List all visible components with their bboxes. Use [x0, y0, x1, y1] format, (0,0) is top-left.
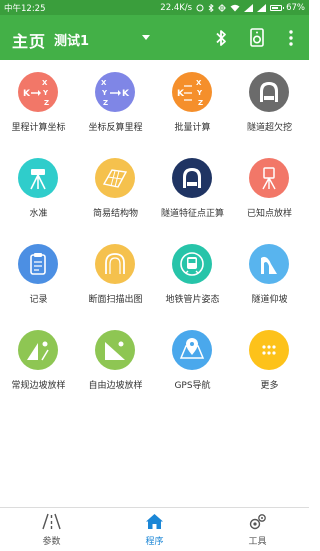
total-station-icon: [249, 158, 289, 198]
svg-text:Z: Z: [198, 99, 203, 107]
grid-item-tunnel-feature-point[interactable]: 隧道特征点正算: [154, 146, 231, 232]
more-dots-icon: [249, 330, 289, 370]
grid-item-label: 隧道特征点正算: [160, 209, 224, 219]
tab-tools[interactable]: 工具: [206, 508, 309, 551]
svg-text:Y: Y: [42, 89, 49, 97]
grid-item-metro-segment[interactable]: 地铁管片姿态: [154, 232, 231, 318]
status-bar: 中午12:25 22.4K/s 67%: [0, 0, 309, 15]
tab-label: 工具: [248, 537, 267, 547]
grid-item-free-slope-stakeout[interactable]: 自由边坡放样: [77, 318, 154, 404]
tab-programs[interactable]: 程序: [103, 508, 206, 551]
svg-text:X: X: [196, 79, 202, 87]
signal-icon: [244, 3, 254, 12]
grid-item-tunnel-overbreak[interactable]: 隧道超欠挖: [231, 60, 308, 146]
grid-item-label: 更多: [260, 381, 279, 391]
tunnel-slope-icon: [249, 244, 289, 284]
gps-small-icon: [218, 3, 227, 12]
structure-grid-icon: [95, 158, 135, 198]
svg-text:K: K: [23, 89, 31, 99]
grid-item-label: 批量计算: [174, 123, 211, 133]
battery-percent: 67%: [286, 2, 305, 13]
tab-label: 参数: [42, 537, 61, 547]
grid-item-label: 断面扫描出图: [88, 295, 143, 305]
batch-kxyz-icon: K XYZ: [172, 72, 212, 112]
grid-item-section-scan[interactable]: 断面扫描出图: [77, 232, 154, 318]
grid-item-gps-navigation[interactable]: GPS导航: [154, 318, 231, 404]
grid-item-label: 已知点放样: [246, 209, 292, 219]
grid-item-label: GPS导航: [174, 381, 211, 391]
svg-text:X: X: [42, 79, 48, 87]
grid-item-label: 坐标反算里程: [88, 123, 143, 133]
grid-item-records[interactable]: 记录: [0, 232, 77, 318]
svg-text:X: X: [101, 79, 107, 87]
svg-text:K: K: [177, 89, 185, 99]
kxyz-mileage-to-coord-icon: K XYZ: [18, 72, 58, 112]
home-icon: [146, 514, 163, 529]
project-selector[interactable]: 测试1: [54, 30, 89, 49]
grid-item-label: 记录: [29, 295, 48, 305]
grid-item-label: 隧道仰坡: [251, 295, 288, 305]
grid-item-label: 隧道超欠挖: [246, 123, 292, 133]
grid-item-leveling[interactable]: 水准: [0, 146, 77, 232]
grid-item-more[interactable]: 更多: [231, 318, 308, 404]
grid-item-label: 常规边坡放样: [11, 381, 66, 391]
svg-text:K: K: [122, 89, 130, 99]
grid-item-regular-slope-stakeout[interactable]: 常规边坡放样: [0, 318, 77, 404]
gps-map-icon: [172, 330, 212, 370]
clipboard-icon: [18, 244, 58, 284]
grid-item-label: 自由边坡放样: [88, 381, 143, 391]
tunnel-overbreak-icon: [249, 72, 289, 112]
bottom-tab-bar: 参数 程序 工具: [0, 507, 309, 550]
xyz-k-coord-to-mileage-icon: XYZ K: [95, 72, 135, 112]
function-grid: K XYZ 里程计算坐标 XYZ K 坐标反算里程 K XYZ 批量计算 隧道超: [0, 60, 309, 505]
road-icon: [42, 513, 61, 530]
app-bar: 主页 测试1: [0, 15, 309, 60]
tunnel-feature-point-icon: [172, 158, 212, 198]
battery-icon: [270, 4, 285, 11]
grid-item-coord-to-mileage[interactable]: XYZ K 坐标反算里程: [77, 60, 154, 146]
level-tripod-icon: [18, 158, 58, 198]
grid-item-known-point-stakeout[interactable]: 已知点放样: [231, 146, 308, 232]
svg-text:Z: Z: [44, 99, 49, 107]
bluetooth-small-icon: [208, 3, 214, 12]
grid-item-label: 里程计算坐标: [11, 123, 66, 133]
speaker-icon[interactable]: [250, 28, 264, 47]
slope-stakeout-icon: [18, 330, 58, 370]
svg-text:Y: Y: [101, 89, 108, 97]
grid-item-label: 地铁管片姿态: [165, 295, 220, 305]
sync-icon: [196, 4, 204, 11]
tab-parameters[interactable]: 参数: [0, 508, 103, 551]
status-time: 中午12:25: [4, 3, 46, 14]
network-speed: 22.4K/s: [160, 2, 193, 13]
chevron-down-icon[interactable]: [142, 35, 150, 40]
metro-train-icon: [172, 244, 212, 284]
grid-item-mileage-to-coord[interactable]: K XYZ 里程计算坐标: [0, 60, 77, 146]
grid-item-label: 水准: [29, 209, 48, 219]
svg-text:Y: Y: [196, 89, 203, 97]
gears-icon: [249, 514, 266, 530]
free-slope-icon: [95, 330, 135, 370]
tunnel-scan-icon: [95, 244, 135, 284]
wifi-icon: [230, 4, 240, 11]
signal-icon-2: [257, 3, 267, 12]
tab-label: 程序: [145, 537, 164, 547]
svg-text:Z: Z: [103, 99, 108, 107]
grid-item-tunnel-slope[interactable]: 隧道仰坡: [231, 232, 308, 318]
page-title: 主页: [12, 32, 47, 51]
grid-item-simple-structure[interactable]: 简易结构物: [77, 146, 154, 232]
bluetooth-icon[interactable]: [212, 28, 230, 48]
more-vert-icon[interactable]: [288, 29, 294, 47]
grid-item-batch-calc[interactable]: K XYZ 批量计算: [154, 60, 231, 146]
grid-item-label: 简易结构物: [92, 209, 138, 219]
